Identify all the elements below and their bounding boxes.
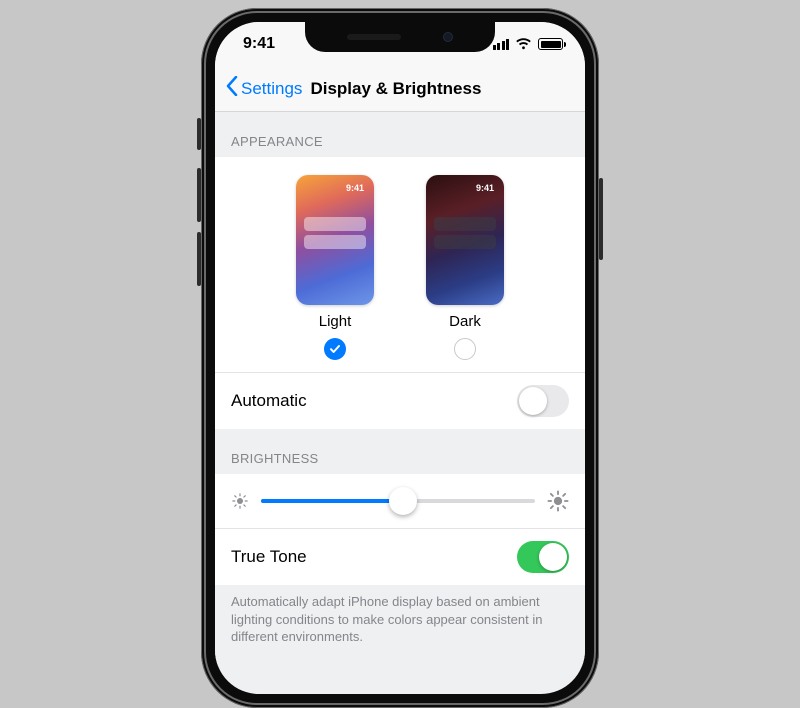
battery-icon xyxy=(538,38,563,50)
brightness-slider-row xyxy=(215,474,585,528)
brightness-card: True Tone xyxy=(215,474,585,585)
speaker xyxy=(347,34,401,40)
true-tone-row: True Tone xyxy=(215,528,585,585)
mute-switch xyxy=(197,118,201,150)
appearance-section-label: APPEARANCE xyxy=(215,112,585,157)
automatic-label: Automatic xyxy=(231,391,307,411)
brightness-section-label: BRIGHTNESS xyxy=(215,429,585,474)
true-tone-footnote: Automatically adapt iPhone display based… xyxy=(215,585,585,666)
appearance-option-label: Dark xyxy=(449,313,481,330)
true-tone-label: True Tone xyxy=(231,547,307,567)
true-tone-toggle[interactable] xyxy=(517,541,569,573)
preview-time: 9:41 xyxy=(476,183,494,193)
status-icons xyxy=(493,38,564,50)
brightness-slider-fill xyxy=(261,499,403,503)
automatic-row: Automatic xyxy=(215,372,585,429)
status-time: 9:41 xyxy=(243,35,275,53)
appearance-card: 9:41 Light 9:41 Dark xyxy=(215,157,585,429)
radio-checked-icon xyxy=(324,338,346,360)
appearance-preview-light: 9:41 xyxy=(296,175,374,305)
back-label: Settings xyxy=(241,79,302,99)
content: APPEARANCE 9:41 Light xyxy=(215,112,585,666)
sun-min-icon xyxy=(231,492,249,510)
sun-max-icon xyxy=(547,490,569,512)
automatic-toggle[interactable] xyxy=(517,385,569,417)
page-title: Display & Brightness xyxy=(310,79,481,99)
phone-frame: 9:41 Settings Display & Brightness APPEA… xyxy=(201,8,599,708)
side-button xyxy=(599,178,603,260)
appearance-preview-dark: 9:41 xyxy=(426,175,504,305)
appearance-option-dark[interactable]: 9:41 Dark xyxy=(426,175,504,360)
radio-unchecked-icon xyxy=(454,338,476,360)
back-button[interactable]: Settings xyxy=(225,76,302,101)
wifi-icon xyxy=(515,38,532,50)
front-camera xyxy=(443,32,453,42)
preview-time: 9:41 xyxy=(346,183,364,193)
cellular-icon xyxy=(493,39,510,50)
appearance-option-light[interactable]: 9:41 Light xyxy=(296,175,374,360)
brightness-slider[interactable] xyxy=(261,499,535,503)
brightness-slider-thumb xyxy=(389,487,417,515)
chevron-left-icon xyxy=(225,76,239,101)
appearance-option-label: Light xyxy=(319,313,352,330)
volume-up-button xyxy=(197,168,201,222)
notch xyxy=(305,22,495,52)
volume-down-button xyxy=(197,232,201,286)
nav-header: Settings Display & Brightness xyxy=(215,66,585,112)
screen: 9:41 Settings Display & Brightness APPEA… xyxy=(215,22,585,694)
appearance-options: 9:41 Light 9:41 Dark xyxy=(215,157,585,372)
